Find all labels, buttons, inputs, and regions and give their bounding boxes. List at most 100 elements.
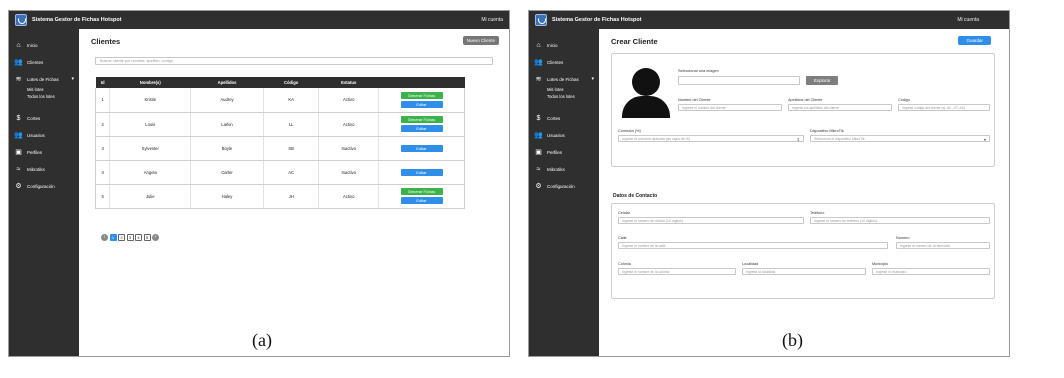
wifi-icon: ≈ <box>536 165 541 173</box>
home-icon: ⌂ <box>16 41 21 49</box>
sidebar-item-label: Usuarios <box>27 132 45 138</box>
table-header-row: Id Nombre(s) Apellidos Código Estatus <box>95 77 465 88</box>
table-row: 1 Kristie Audrey KA Activo Generar Ficha… <box>94 88 465 113</box>
chevron-down-icon[interactable]: ▾ <box>71 76 74 82</box>
locality-field[interactable]: Ingrese la localidad <box>742 268 866 275</box>
phone-field[interactable]: Ingrese el número de teléfono (10 dígito… <box>810 217 990 224</box>
column-header-name[interactable]: Nombre(s) <box>109 77 191 88</box>
account-menu[interactable]: Mi cuenta <box>957 17 979 23</box>
sidebar-item-usuarios[interactable]: 👥 Usuarios <box>529 128 599 142</box>
commission-field[interactable]: ⇕ Ingrese la comisión aplicada (sin signo… <box>618 135 804 142</box>
sidebar-item-label: Usuarios <box>547 132 565 138</box>
sidebar-item-label: Lotes de Fichas <box>547 76 579 82</box>
account-menu[interactable]: Mi cuenta <box>481 17 503 23</box>
cell-actions: Generar Fichas Editar <box>378 184 465 209</box>
sidebar-item-clientes[interactable]: 👥 Clientes <box>9 55 79 69</box>
number-field[interactable]: Ingrese el número de la dirección <box>896 242 990 249</box>
code-field[interactable]: Ingrese código del cliente (ej. AC, DT, … <box>898 104 990 111</box>
app-logo[interactable] <box>15 14 27 26</box>
save-button[interactable]: Guardar <box>958 36 991 45</box>
page-button-5[interactable]: 5 <box>143 234 151 241</box>
phone-label: Teléfono <box>810 211 825 215</box>
search-input[interactable]: Buscar cliente por nombre, apellido, cód… <box>95 57 493 65</box>
generate-fichas-button[interactable]: Generar Fichas <box>400 188 443 195</box>
gear-icon: ⚙ <box>15 182 22 190</box>
sidebar-item-label: Lotes de Fichas <box>27 76 59 82</box>
column-header-last[interactable]: Apellidos <box>190 77 264 88</box>
pagination: ‹ 1 2 3 4 5 › <box>101 234 159 241</box>
colony-label: Colonia <box>618 262 631 266</box>
column-header-code[interactable]: Código <box>263 77 319 88</box>
sidebar-item-mikrotiks[interactable]: ≈ Mikrotiks <box>529 162 599 176</box>
sidebar-item-inicio[interactable]: ⌂ Inicio <box>9 38 79 52</box>
sidebar-item-cortes[interactable]: $ Cortes <box>529 111 599 125</box>
image-file-input[interactable] <box>678 76 800 85</box>
sidebar-item-clientes[interactable]: 👥 Clientes <box>529 55 599 69</box>
sidebar-item-configuracion[interactable]: ⚙ Configuración <box>529 179 599 193</box>
sidebar-subitem-mis-lotes[interactable]: Mis lotes <box>529 86 599 93</box>
chevron-down-icon[interactable]: ▾ <box>591 76 594 82</box>
page-title: Clientes <box>91 37 121 46</box>
sidebar-item-perfiles[interactable]: ▣ Perfiles <box>529 145 599 159</box>
municipality-label: Municipio <box>872 262 889 266</box>
column-header-id[interactable]: Id <box>95 77 110 88</box>
app-title: Sistema Gestor de Fichas Hotspot <box>552 17 642 23</box>
page-button-4[interactable]: 4 <box>135 234 142 241</box>
sidebar-item-mikrotiks[interactable]: ≈ Mikrotiks <box>9 162 79 176</box>
cell-actions: Editar <box>378 160 465 185</box>
prev-page-icon[interactable]: ‹ <box>101 234 108 241</box>
sidebar-item-usuarios[interactable]: 👥 Usuarios <box>9 128 79 142</box>
app-logo[interactable] <box>535 14 547 26</box>
caption-a: (a) <box>252 330 272 350</box>
sidebar-subitem-mis-lotes[interactable]: Mis lotes <box>9 86 79 93</box>
edit-button[interactable]: Editar <box>400 168 443 176</box>
number-label: Número <box>896 236 910 240</box>
sidebar-subitem-todos-lotes[interactable]: Todos los lotes <box>529 93 599 100</box>
main-content: Clientes Nuevo Cliente Buscar cliente po… <box>83 29 509 356</box>
select-image-label: Seleccionar una imagen <box>678 69 719 73</box>
sidebar-item-label: Configuración <box>547 183 575 189</box>
sidebar-subitem-todos-lotes[interactable]: Todos los lotes <box>9 93 79 100</box>
colony-field[interactable]: Ingrese el nombre de la colonia <box>618 268 736 275</box>
cell-last: Larkin <box>190 112 264 137</box>
page-button-1[interactable]: 1 <box>109 234 117 241</box>
page-button-3[interactable]: 3 <box>126 234 134 241</box>
device-select[interactable]: ▾ Seleccione el dispositivo MikroTik <box>810 135 990 142</box>
cell-code: JH <box>262 184 319 209</box>
sidebar-item-cortes[interactable]: $ Cortes <box>9 111 79 125</box>
page-button-2[interactable]: 2 <box>118 234 125 241</box>
create-client-screenshot: Sistema Gestor de Fichas Hotspot Mi cuen… <box>528 10 1010 357</box>
caption-b: (b) <box>782 330 803 350</box>
generate-fichas-button[interactable]: Generar Fichas <box>400 116 443 123</box>
edit-button[interactable]: Editar <box>400 197 443 204</box>
sidebar-item-configuracion[interactable]: ⚙ Configuración <box>9 179 79 193</box>
cell-id: 3 <box>94 136 110 161</box>
column-header-status[interactable]: Estatus <box>318 77 379 88</box>
explore-button[interactable]: Explorar <box>806 76 839 85</box>
sidebar-item-perfiles[interactable]: ▣ Perfiles <box>9 145 79 159</box>
edit-button[interactable]: Editar <box>400 100 443 108</box>
layers-icon: ≋ <box>15 75 22 83</box>
avatar-body <box>622 96 670 118</box>
edit-button[interactable]: Editar <box>400 144 443 152</box>
municipality-field[interactable]: Ingrese el municipio <box>872 268 990 275</box>
sidebar-item-label: Mikrotiks <box>547 166 565 172</box>
new-client-button[interactable]: Nuevo Cliente <box>462 36 499 45</box>
sidebar-item-label: Cortes <box>27 115 41 121</box>
chevron-down-icon[interactable]: ▾ <box>984 137 986 141</box>
home-icon: ⌂ <box>536 41 541 49</box>
sidebar-item-lotes[interactable]: ≋ Lotes de Fichas ▾ <box>529 72 599 86</box>
next-page-icon[interactable]: › <box>152 234 159 241</box>
gear-icon: ⚙ <box>535 182 542 190</box>
last-name-field[interactable]: Ingrese los apellidos del cliente <box>788 104 892 111</box>
street-field[interactable]: Ingrese el nombre de la calle <box>618 242 888 249</box>
sidebar-item-lotes[interactable]: ≋ Lotes de Fichas ▾ <box>9 72 79 86</box>
cell-field[interactable]: Ingrese el número de celular (10 dígitos… <box>618 217 804 224</box>
sidebar-item-inicio[interactable]: ⌂ Inicio <box>529 38 599 52</box>
name-field[interactable]: Ingrese el nombre del cliente <box>678 104 782 111</box>
edit-button[interactable]: Editar <box>400 125 443 132</box>
stepper-icon[interactable]: ⇕ <box>797 137 800 141</box>
cell-id: 2 <box>94 112 110 137</box>
top-bar: Sistema Gestor de Fichas Hotspot Mi cuen… <box>529 11 1009 29</box>
generate-fichas-button[interactable]: Generar Fichas <box>400 91 443 99</box>
